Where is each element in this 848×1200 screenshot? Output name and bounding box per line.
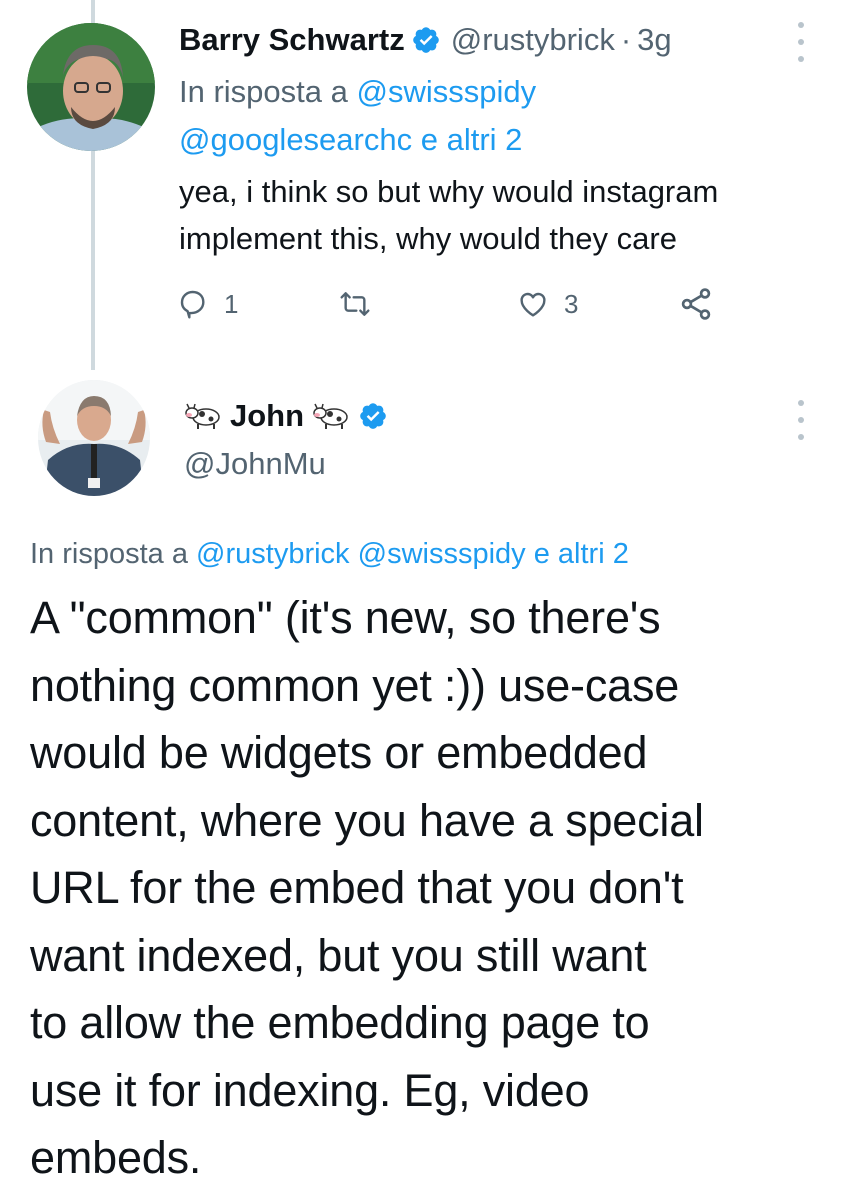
tweet-text-line: use it for indexing. Eg, video	[30, 1064, 590, 1116]
avatar-john[interactable]	[38, 380, 150, 496]
like-button[interactable]: 3	[516, 282, 578, 326]
avatar-barry[interactable]	[27, 23, 155, 151]
reply-icon	[180, 290, 205, 319]
tweet-text: A "common" (it's new, so there's nothing…	[30, 584, 830, 1192]
cow-emoji-icon	[184, 401, 224, 431]
tweet-text-line: A "common" (it's new, so there's	[30, 592, 661, 643]
tweet-text-line: URL for the embed that you don't	[30, 862, 684, 913]
mention-link[interactable]: @rustybrick	[196, 538, 350, 570]
more-options-icon[interactable]	[794, 400, 808, 440]
separator-dot: ·	[620, 22, 632, 57]
share-icon	[681, 288, 711, 320]
tweet-text-line: to allow the embedding page to	[30, 997, 650, 1048]
mention-link[interactable]: @swissspidy	[358, 538, 526, 570]
author-name-row: John	[184, 394, 398, 438]
others-link[interactable]: e altri 2	[534, 538, 629, 570]
reply-prefix: In risposta a	[179, 74, 348, 109]
verified-badge-icon	[411, 25, 441, 55]
reply-context: In risposta a @swissspidy @googlesearchc…	[179, 68, 779, 164]
share-button[interactable]	[678, 282, 714, 326]
like-count: 3	[564, 288, 579, 319]
reply-context: In risposta a @rustybrick @swissspidy e …	[30, 532, 629, 576]
tweet1-header: Barry Schwartz @rustybrick · 3g	[179, 20, 672, 60]
reply-button[interactable]: 1	[178, 282, 238, 326]
tweet-text-line: would be widgets or embedded	[30, 727, 648, 778]
more-options-icon[interactable]	[794, 22, 808, 62]
others-link[interactable]: e altri 2	[421, 122, 523, 157]
like-icon	[520, 292, 546, 317]
mention-link[interactable]: @googlesearchc	[179, 122, 412, 157]
verified-badge-icon	[358, 401, 388, 431]
author-handle[interactable]: @JohnMu	[184, 446, 326, 482]
author-name[interactable]: John	[230, 398, 304, 434]
tweet-actions: 1 3	[178, 282, 738, 326]
retweet-button[interactable]	[338, 282, 372, 326]
tweet-text-line: nothing common yet :)) use-case	[30, 659, 680, 711]
tweet-text-line: embeds.	[30, 1132, 202, 1183]
retweet-icon	[340, 292, 370, 316]
tweet-text-line: content, where you have a special	[30, 794, 704, 846]
reply-count: 1	[224, 288, 239, 319]
author-name[interactable]: Barry Schwartz	[179, 22, 405, 58]
tweet-time[interactable]: 3g	[637, 22, 671, 58]
tweet-text: yea, i think so but why would instagram …	[179, 174, 719, 256]
author-handle[interactable]: @rustybrick	[451, 22, 615, 58]
mention-link[interactable]: @swissspidy	[357, 74, 537, 109]
reply-prefix: In risposta a	[30, 538, 188, 570]
tweet-text-line: want indexed, but you still want	[30, 929, 647, 981]
cow-emoji-icon	[312, 401, 352, 431]
